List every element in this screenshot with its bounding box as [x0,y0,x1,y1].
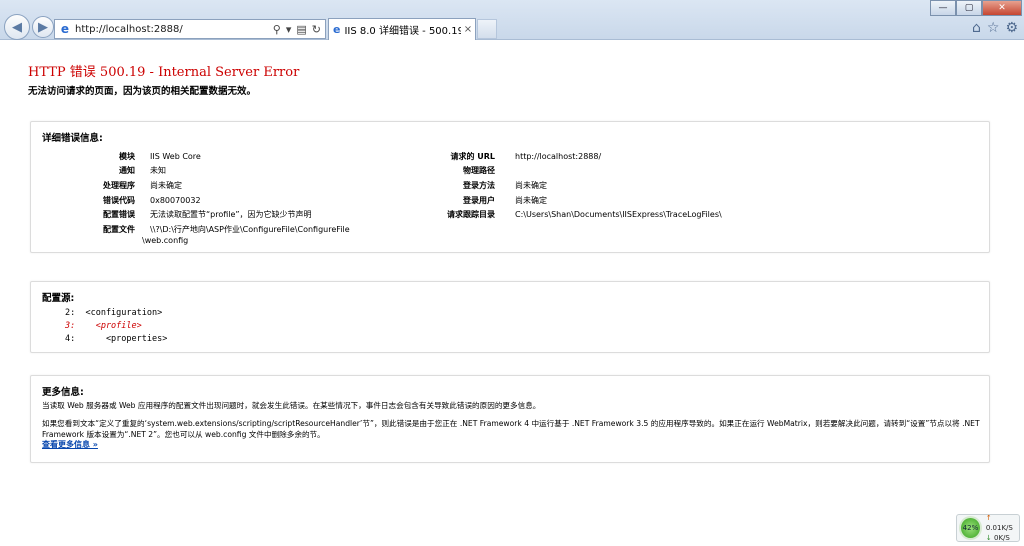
ie-logo-icon: e [60,22,70,36]
speed-gauge: 42% [959,516,982,540]
download-speed: ↓ 0K/S [986,533,1019,543]
code-line-4: 4: <properties> [65,334,168,344]
value-config-error: 无法读取配置节“profile”，因为它缺少节声明 [150,210,312,219]
upload-arrow-icon: ↑ [985,514,992,522]
label-trace-dir: 请求跟踪目录 [447,210,495,219]
value-module: IIS Web Core [150,152,201,161]
label-notification: 通知 [119,166,135,175]
label-physical-path: 物理路径 [463,166,495,175]
maximize-button[interactable]: ▢ [956,0,982,16]
more-info-box: 更多信息: 当读取 Web 服务器或 Web 应用程序的配置文件出现问题时，就会… [30,375,990,463]
new-tab-button[interactable] [477,19,497,39]
ie-tab-icon: e [333,23,341,36]
value-logon-user: 尚未确定 [515,196,547,205]
browser-chrome: ◀ ▶ e http://localhost:2888/ ⚲ ▾ ▤ ↻ e I… [0,0,1024,40]
code-line-3: 3: <profile> [65,321,142,331]
detailed-error-box: 详细错误信息: 模块 IIS Web Core 通知 未知 处理程序 尚未确定 … [30,121,990,253]
address-tools: ⚲ ▾ ▤ ↻ [273,23,325,36]
back-arrow-icon: ◀ [12,19,22,35]
label-logon-method: 登录方法 [463,181,495,190]
label-handler: 处理程序 [103,181,135,190]
download-speed-value: 0K/S [993,534,1010,542]
value-trace-dir: C:\Users\Shan\Documents\IISExpress\Trace… [515,210,722,219]
favorites-star-icon[interactable]: ☆ [987,20,1000,36]
value-config-file: \\?\D:\行产地向\ASP作业\ConfigureFile\Configur… [150,225,350,234]
page-subtitle: 无法访问请求的页面，因为该页的相关配置数据无效。 [28,86,257,97]
dropdown-icon[interactable]: ▾ [286,23,292,36]
label-request-url: 请求的 URL [450,152,495,161]
upload-speed: ↑ 0.01K/S [986,513,1019,533]
address-bar[interactable]: e http://localhost:2888/ ⚲ ▾ ▤ ↻ [54,19,326,39]
address-url[interactable]: http://localhost:2888/ [75,24,273,35]
minimize-button[interactable]: — [930,0,956,16]
upload-speed-value: 0.01K/S [985,524,1013,532]
compat-icon[interactable]: ▤ [296,23,306,36]
label-module: 模块 [119,152,135,161]
page-content: HTTP 错误 500.19 - Internal Server Error 无… [0,41,1024,546]
home-icon[interactable]: ⌂ [972,20,981,36]
tab-iis-error[interactable]: e IIS 8.0 详细错误 - 500.19 ... × [328,18,476,40]
tab-title: IIS 8.0 详细错误 - 500.19 ... [344,26,461,37]
value-config-file-cont: \web.config [142,236,189,245]
back-button[interactable]: ◀ [4,14,30,40]
config-source-heading: 配置源: [42,293,75,304]
value-handler: 尚未确定 [150,181,182,190]
code-line-2: 2: <configuration> [65,308,163,318]
value-logon-method: 尚未确定 [515,181,547,190]
more-info-heading: 更多信息: [42,387,84,398]
settings-gear-icon[interactable]: ⚙ [1005,20,1018,36]
config-source-box: 配置源: 2: <configuration> 3: <profile> 4: … [30,281,990,353]
forward-arrow-icon: ▶ [38,19,48,35]
page-title: HTTP 错误 500.19 - Internal Server Error [28,65,300,80]
tab-close-icon[interactable]: × [461,24,475,35]
label-config-error: 配置错误 [103,210,135,219]
refresh-icon[interactable]: ↻ [312,23,321,36]
value-error-code: 0x80070032 [150,196,201,205]
value-notification: 未知 [150,166,166,175]
value-request-url: http://localhost:2888/ [515,152,602,161]
detailed-error-heading: 详细错误信息: [42,133,103,144]
more-info-paragraph-2: 如果您看到文本“定义了重复的‘system.web.extensions/scr… [42,419,980,439]
network-speed-widget[interactable]: 42% ↑ 0.01K/S ↓ 0K/S [956,514,1020,542]
label-config-file: 配置文件 [103,225,135,234]
download-arrow-icon: ↓ [985,534,992,542]
speed-values: ↑ 0.01K/S ↓ 0K/S [986,513,1019,543]
label-logon-user: 登录用户 [463,196,495,205]
label-error-code: 错误代码 [103,196,135,205]
close-window-button[interactable]: ✕ [982,0,1022,16]
more-info-paragraph-1: 当读取 Web 服务器或 Web 应用程序的配置文件出现问题时，就会发生此错误。… [42,401,541,410]
search-icon[interactable]: ⚲ [273,23,281,36]
window-controls: — ▢ ✕ [930,0,1022,16]
view-more-info-link[interactable]: 查看更多信息 » [42,439,98,450]
browser-right-tools: ⌂ ☆ ⚙ [972,20,1018,36]
forward-button[interactable]: ▶ [32,16,54,38]
